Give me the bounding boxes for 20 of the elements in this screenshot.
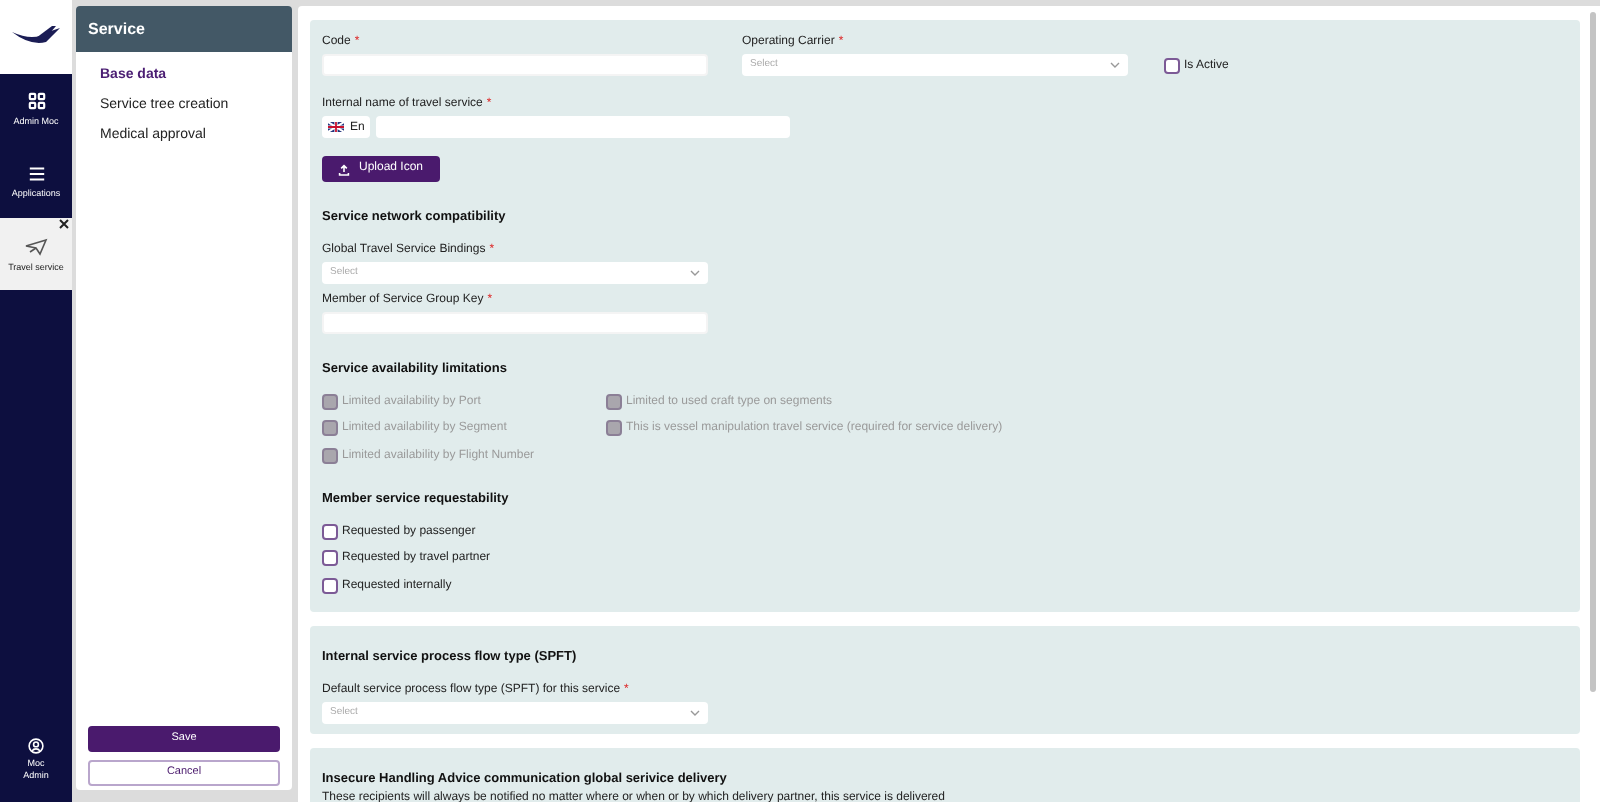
checkbox[interactable]	[1164, 57, 1180, 73]
chevron-down-icon	[1110, 62, 1120, 68]
user-icon	[28, 738, 44, 754]
close-icon[interactable]	[58, 218, 70, 230]
panel-title: Service	[76, 6, 292, 52]
scrollbar[interactable]	[1590, 12, 1596, 692]
checkbox[interactable]	[322, 577, 338, 593]
grid-icon	[27, 92, 45, 111]
flag-icon	[328, 122, 344, 132]
text-input[interactable]	[376, 116, 791, 138]
chevron-down-icon	[690, 270, 700, 276]
checkbox[interactable]	[322, 523, 338, 539]
upload-icon	[338, 163, 351, 175]
checkbox[interactable]	[322, 550, 338, 566]
chevron-down-icon	[690, 710, 700, 716]
plane-icon	[24, 235, 48, 256]
logo-icon	[0, 0, 72, 74]
text-input[interactable]	[322, 54, 708, 76]
text-input[interactable]	[322, 312, 708, 334]
menu-icon	[27, 165, 45, 182]
